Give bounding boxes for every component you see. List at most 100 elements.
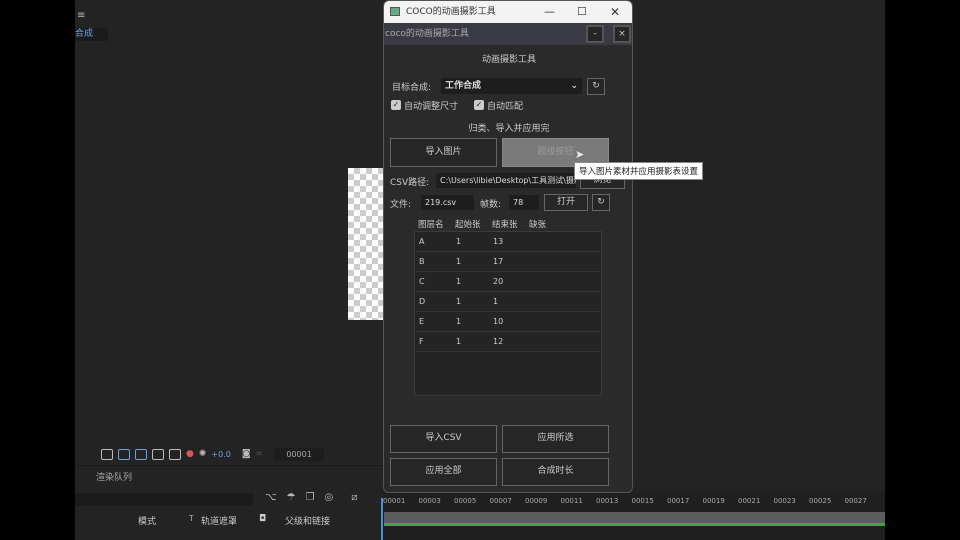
- minimize-button[interactable]: —: [544, 1, 555, 23]
- column-t: T: [189, 514, 194, 523]
- ruler-tick-label: 00009: [525, 497, 548, 505]
- header-layer: 图层名: [418, 220, 444, 230]
- table-cell: F: [419, 337, 424, 346]
- section-label: 归类、导入并应用完: [468, 124, 550, 134]
- auto-match-checkbox[interactable]: ✓: [474, 100, 484, 110]
- apply-selected-button[interactable]: 应用所选: [502, 425, 609, 453]
- table-cell: 13: [493, 237, 504, 246]
- viewer-toolbar: ● ✺ +0.0 ◙ ∞ 00001: [75, 444, 383, 464]
- safe-zones-icon[interactable]: [152, 448, 164, 460]
- show-snapshot-icon[interactable]: ∞: [256, 449, 264, 459]
- refresh-comp-button[interactable]: ↻: [587, 78, 605, 95]
- ruler-tick-label: 00015: [631, 497, 654, 505]
- mask-icon[interactable]: [135, 448, 147, 460]
- timecode-field[interactable]: 00001: [274, 447, 325, 461]
- frames-field[interactable]: 78: [509, 195, 539, 210]
- refresh-icon: ↻: [592, 81, 600, 91]
- column-mode: 模式: [138, 517, 157, 527]
- table-cell: 12: [493, 337, 504, 346]
- frames-label: 帧数:: [480, 200, 502, 210]
- table-cell: B: [419, 257, 425, 266]
- ruler-tick-label: 00021: [738, 497, 761, 505]
- table-cell: 1: [456, 237, 462, 246]
- table-cell: 1: [456, 257, 462, 266]
- render-queue-tab[interactable]: 渲染队列: [96, 470, 132, 483]
- csv-path-input[interactable]: C:\Users\libie\Desktop\工具测试\摄影: [436, 173, 576, 188]
- column-parent: 父级和链接: [285, 517, 331, 527]
- close-button[interactable]: ✕: [610, 1, 620, 23]
- table-cell: 10: [493, 317, 504, 326]
- exposure-value[interactable]: +0.0: [211, 450, 230, 459]
- import-images-button[interactable]: 导入图片: [390, 138, 497, 167]
- tooltip: 导入图片素材并应用摄影表设置: [574, 162, 704, 180]
- layer-duration-bar: [384, 523, 885, 526]
- reload-button[interactable]: ↻: [592, 194, 610, 211]
- panel-close-button[interactable]: ×: [613, 25, 631, 43]
- ruler-tick-label: 00027: [844, 497, 867, 505]
- table-cell: C: [419, 277, 425, 286]
- table-cell: 1: [456, 337, 462, 346]
- frame-blend-icon[interactable]: ❐: [306, 492, 315, 503]
- coco-tool-window: COCO的动画摄影工具 — ☐ ✕ coco的动画摄影工具 - × 动画摄影工具…: [383, 0, 633, 493]
- transparency-grid-icon[interactable]: [118, 448, 130, 460]
- ruler-tick-label: 00017: [667, 497, 690, 505]
- header-end: 结束张: [492, 220, 518, 230]
- menu-icon[interactable]: ≡: [77, 10, 85, 21]
- ruler-tick-label: 00019: [702, 497, 725, 505]
- region-icon[interactable]: [101, 448, 113, 460]
- flowchart-icon[interactable]: ⌥: [265, 492, 277, 503]
- ruler-tick-label: 00005: [454, 497, 477, 505]
- comp-tab[interactable]: 合成: [75, 28, 108, 41]
- auto-match-label: 自动匹配: [487, 102, 524, 112]
- table-row[interactable]: A 1 13: [415, 232, 601, 252]
- graph-editor-icon[interactable]: ⧄: [351, 492, 357, 503]
- header-missing: 缺张: [529, 220, 547, 230]
- table-row[interactable]: D 1 1: [415, 292, 601, 312]
- table-cell: 1: [456, 297, 462, 306]
- table-cell: 1: [456, 277, 462, 286]
- auto-resize-checkbox[interactable]: ✓: [391, 100, 401, 110]
- ruler-tick-label: 00013: [596, 497, 619, 505]
- table-cell: 1: [493, 297, 499, 306]
- snapshot-icon[interactable]: ◙: [242, 449, 251, 459]
- window-titlebar[interactable]: COCO的动画摄影工具 — ☐ ✕: [384, 1, 632, 23]
- channel-icon[interactable]: ●: [186, 449, 194, 459]
- tool-heading: 动画摄影工具: [481, 55, 536, 65]
- shy-icon[interactable]: ☂: [287, 492, 296, 503]
- exposure-icon[interactable]: ✺: [199, 449, 207, 459]
- table-cell: 1: [456, 317, 462, 326]
- comp-duration-button[interactable]: 合成时长: [502, 458, 609, 486]
- panel-minimize-button[interactable]: -: [586, 25, 604, 43]
- open-button[interactable]: 打开: [544, 194, 588, 211]
- table-row[interactable]: C 1 20: [415, 272, 601, 292]
- ruler-tick-label: 00023: [773, 497, 796, 505]
- table-cell: 20: [493, 277, 504, 286]
- apply-all-button[interactable]: 应用全部: [390, 458, 497, 486]
- mouse-cursor-icon: ➤: [575, 148, 585, 161]
- import-csv-button[interactable]: 导入CSV: [390, 425, 497, 453]
- file-field[interactable]: 219.csv: [421, 195, 474, 210]
- maximize-button[interactable]: ☐: [577, 1, 587, 23]
- header-start: 起始张: [455, 220, 481, 230]
- csv-path-label: CSV路径:: [390, 178, 430, 188]
- table-row[interactable]: B 1 17: [415, 252, 601, 272]
- ruler-tick-label: 00001: [383, 497, 406, 505]
- ruler-tick-label: 00011: [560, 497, 583, 505]
- grid-icon[interactable]: [169, 448, 181, 460]
- target-comp-select[interactable]: 工作合成 ⌄: [441, 78, 582, 94]
- app-icon: [390, 7, 400, 16]
- table-row[interactable]: F 1 12: [415, 332, 601, 352]
- layer-search-input[interactable]: [75, 493, 253, 506]
- motion-blur-icon[interactable]: ◎: [324, 492, 333, 503]
- parent-icon: ◘: [259, 514, 267, 524]
- comp-preview-transparent: [348, 168, 383, 320]
- layer-table[interactable]: A 1 13 B 1 17 C 1 20 D 1 1 E 1 10 F 1 12: [414, 231, 602, 396]
- ruler-tick-label: 00007: [489, 497, 512, 505]
- target-comp-label: 目标合成:: [392, 83, 432, 93]
- file-label: 文件:: [390, 200, 412, 210]
- target-comp-value: 工作合成: [445, 81, 482, 91]
- column-track-matte: 轨道遮罩: [201, 517, 238, 527]
- chevron-down-icon: ⌄: [570, 81, 578, 91]
- table-row[interactable]: E 1 10: [415, 312, 601, 332]
- ruler-tick-label: 00025: [809, 497, 832, 505]
